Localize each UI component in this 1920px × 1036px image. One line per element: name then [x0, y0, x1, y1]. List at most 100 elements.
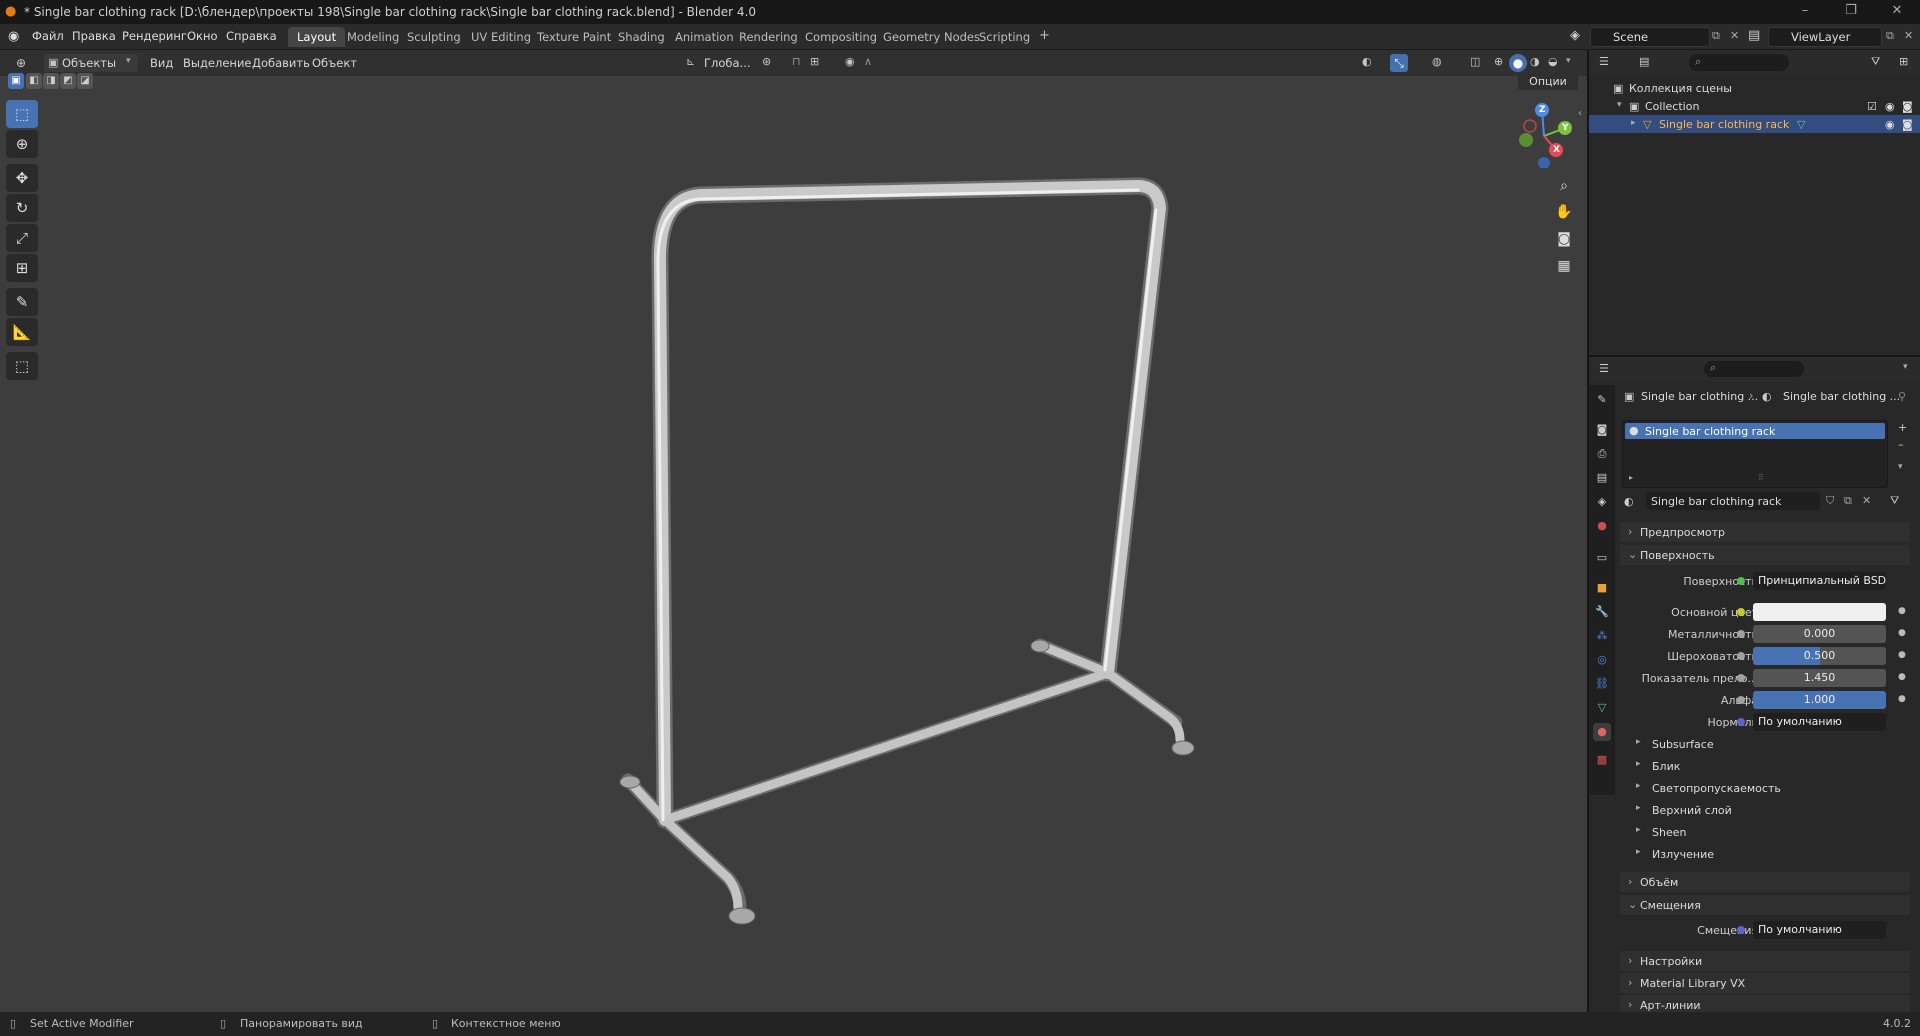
panel-preview[interactable]: › Предпросмотр — [1620, 522, 1910, 542]
render-camera-icon[interactable]: ◙ — [1902, 100, 1913, 113]
socket-icon[interactable] — [1737, 577, 1745, 585]
exclude-checkbox-icon[interactable]: ☑ — [1867, 100, 1877, 113]
world-tab-icon[interactable]: ● — [1593, 517, 1611, 535]
object-tab-icon[interactable]: ■ — [1593, 579, 1611, 597]
normal-field[interactable]: По умолчанию — [1753, 713, 1886, 731]
menu-select[interactable]: Выделение — [183, 56, 252, 70]
material-shading-icon[interactable]: ◑ — [1530, 55, 1540, 68]
measure-tool-icon[interactable]: 📐 — [6, 318, 38, 346]
material-browse-icon[interactable]: ◐ — [1624, 495, 1634, 508]
filter-icon[interactable]: ⛛ — [1871, 55, 1880, 69]
keyframe-dot-icon[interactable]: ● — [1898, 672, 1906, 682]
panel-volume[interactable]: › Объём — [1620, 872, 1910, 892]
scene-selector-icon[interactable]: ◈ — [1570, 28, 1580, 43]
socket-icon[interactable] — [1737, 718, 1745, 726]
socket-icon[interactable] — [1737, 696, 1745, 704]
eye-icon[interactable]: ◉ — [1885, 100, 1895, 113]
add-cube-tool-icon[interactable]: ⬚ — [6, 352, 38, 380]
proportional-edit-icon[interactable]: ◉ — [845, 55, 855, 68]
menu-window[interactable]: Окно — [187, 29, 218, 43]
fake-user-icon[interactable]: ⛉ — [1826, 494, 1834, 508]
tab-texture-paint[interactable]: Texture Paint — [528, 27, 620, 47]
tab-sculpting[interactable]: Sculpting — [398, 27, 470, 47]
visibility-icon[interactable]: ◐ — [1362, 55, 1372, 68]
transform-tool-icon[interactable]: ⊞ — [6, 254, 38, 282]
socket-icon[interactable] — [1737, 608, 1745, 616]
menu-file[interactable]: Файл — [32, 29, 64, 43]
socket-icon[interactable] — [1737, 652, 1745, 660]
subpanel-transmission[interactable]: ▸ Светопропускаемость — [1630, 778, 1900, 798]
snap-icon[interactable]: ⊓ — [792, 55, 801, 68]
move-tool-icon[interactable]: ✥ — [6, 164, 38, 192]
view-layer-icon[interactable]: ▤ — [1748, 28, 1760, 43]
tab-shading[interactable]: Shading — [609, 27, 674, 47]
subpanel-coat[interactable]: ▸ Верхний слой — [1630, 800, 1900, 820]
socket-icon[interactable] — [1737, 926, 1745, 934]
resize-handle-icon[interactable]: ⠿ — [1758, 473, 1764, 482]
view-layer-remove-icon[interactable]: ✕ — [1904, 29, 1913, 42]
grid-perspective-icon[interactable]: ▦ — [1552, 254, 1576, 278]
zoom-icon[interactable]: ⌕ — [1552, 174, 1576, 198]
menu-object[interactable]: Объект — [312, 56, 357, 70]
output-tab-icon[interactable]: ⎙ — [1593, 445, 1611, 463]
ior-field[interactable]: 1.450 — [1753, 669, 1886, 687]
editor-type-icon[interactable]: ⊕ — [12, 54, 30, 72]
panel-line-art[interactable]: › Арт-линии — [1620, 995, 1910, 1012]
select-new-icon[interactable]: ▣ — [8, 73, 24, 89]
shading-options-icon[interactable]: ▾ — [1566, 56, 1571, 66]
tab-compositing[interactable]: Compositing — [796, 27, 886, 47]
scene-tab-icon[interactable]: ◈ — [1593, 493, 1611, 511]
panel-surface[interactable]: ⌄ Поверхность — [1620, 545, 1910, 565]
cursor-tool-icon[interactable]: ⊕ — [6, 130, 38, 158]
panel-displacement[interactable]: ⌄ Смещения — [1620, 895, 1910, 915]
subpanel-emission[interactable]: ▸ Излучение — [1630, 844, 1900, 864]
tool-tab-icon[interactable]: ✎ — [1593, 391, 1611, 409]
material-name-field[interactable]: Single bar clothing rack — [1646, 492, 1820, 510]
properties-editor-icon[interactable]: ☰ — [1599, 362, 1609, 375]
rotate-tool-icon[interactable]: ↻ — [6, 194, 38, 222]
render-tab-icon[interactable]: ◙ — [1593, 421, 1611, 439]
particles-tab-icon[interactable]: ⁂ — [1593, 627, 1611, 645]
panel-settings[interactable]: › Настройки — [1620, 951, 1910, 971]
gizmo-toggle-icon[interactable]: ⤡ — [1390, 54, 1408, 72]
physics-tab-icon[interactable]: ◎ — [1593, 651, 1611, 669]
outliner-scene-collection-row[interactable]: ▣ Коллекция сцены — [1589, 79, 1920, 97]
outliner-collection-row[interactable]: ▾ ▣ Collection ☑ ◉ ◙ — [1589, 97, 1920, 115]
browse-filter-icon[interactable]: ⛛ — [1890, 494, 1899, 508]
metallic-field[interactable]: 0.000 — [1753, 625, 1886, 643]
wireframe-shading-icon[interactable]: ⊕ — [1494, 55, 1503, 68]
tab-scripting[interactable]: Scripting — [970, 27, 1039, 47]
menu-edit[interactable]: Правка — [72, 29, 116, 43]
properties-search-input[interactable]: ⌕ — [1704, 361, 1804, 377]
rendered-shading-icon[interactable]: ◒ — [1548, 55, 1558, 68]
keyframe-dot-icon[interactable]: ● — [1898, 694, 1906, 704]
subpanel-specular[interactable]: ▸ Блик — [1630, 756, 1900, 776]
menu-view[interactable]: Вид — [150, 56, 173, 70]
new-collection-icon[interactable]: ⊞ — [1899, 55, 1908, 68]
add-workspace-button[interactable]: + — [1030, 27, 1059, 47]
eye-icon[interactable]: ◉ — [1885, 118, 1895, 131]
scale-tool-icon[interactable]: ⤢ — [6, 224, 38, 252]
pivot-point-icon[interactable]: ⊛ — [762, 55, 771, 68]
modifier-tab-icon[interactable]: 🔧 — [1593, 603, 1611, 621]
subpanel-sheen[interactable]: ▸ Sheen — [1630, 822, 1900, 842]
maximize-button[interactable]: ❐ — [1836, 3, 1866, 18]
overlay-icon[interactable]: ◍ — [1432, 55, 1442, 68]
base-color-swatch[interactable] — [1753, 603, 1886, 621]
add-slot-icon[interactable]: + — [1898, 421, 1907, 434]
unlink-material-icon[interactable]: ✕ — [1862, 494, 1871, 507]
subpanel-subsurface[interactable]: ▸ Subsurface — [1630, 734, 1900, 754]
select-invert-icon[interactable]: ◩ — [60, 73, 76, 89]
slot-specials-icon[interactable]: ▾ — [1898, 462, 1903, 472]
pin-icon[interactable]: ⚲ — [1898, 390, 1906, 403]
display-mode-icon[interactable]: ▤ — [1639, 55, 1649, 68]
tab-layout[interactable]: Layout — [288, 27, 346, 47]
keyframe-dot-icon[interactable]: ● — [1898, 628, 1906, 638]
select-intersect-icon[interactable]: ◪ — [77, 73, 93, 89]
falloff-icon[interactable]: ∧ — [864, 55, 872, 68]
solid-shading-icon[interactable]: ● — [1509, 54, 1527, 72]
menu-help[interactable]: Справка — [226, 29, 277, 43]
constraints-tab-icon[interactable]: ⛓ — [1593, 675, 1611, 693]
view-layer-name-field[interactable]: ViewLayer — [1768, 27, 1882, 47]
sidebar-toggle-icon[interactable]: ‹ — [1578, 108, 1582, 119]
